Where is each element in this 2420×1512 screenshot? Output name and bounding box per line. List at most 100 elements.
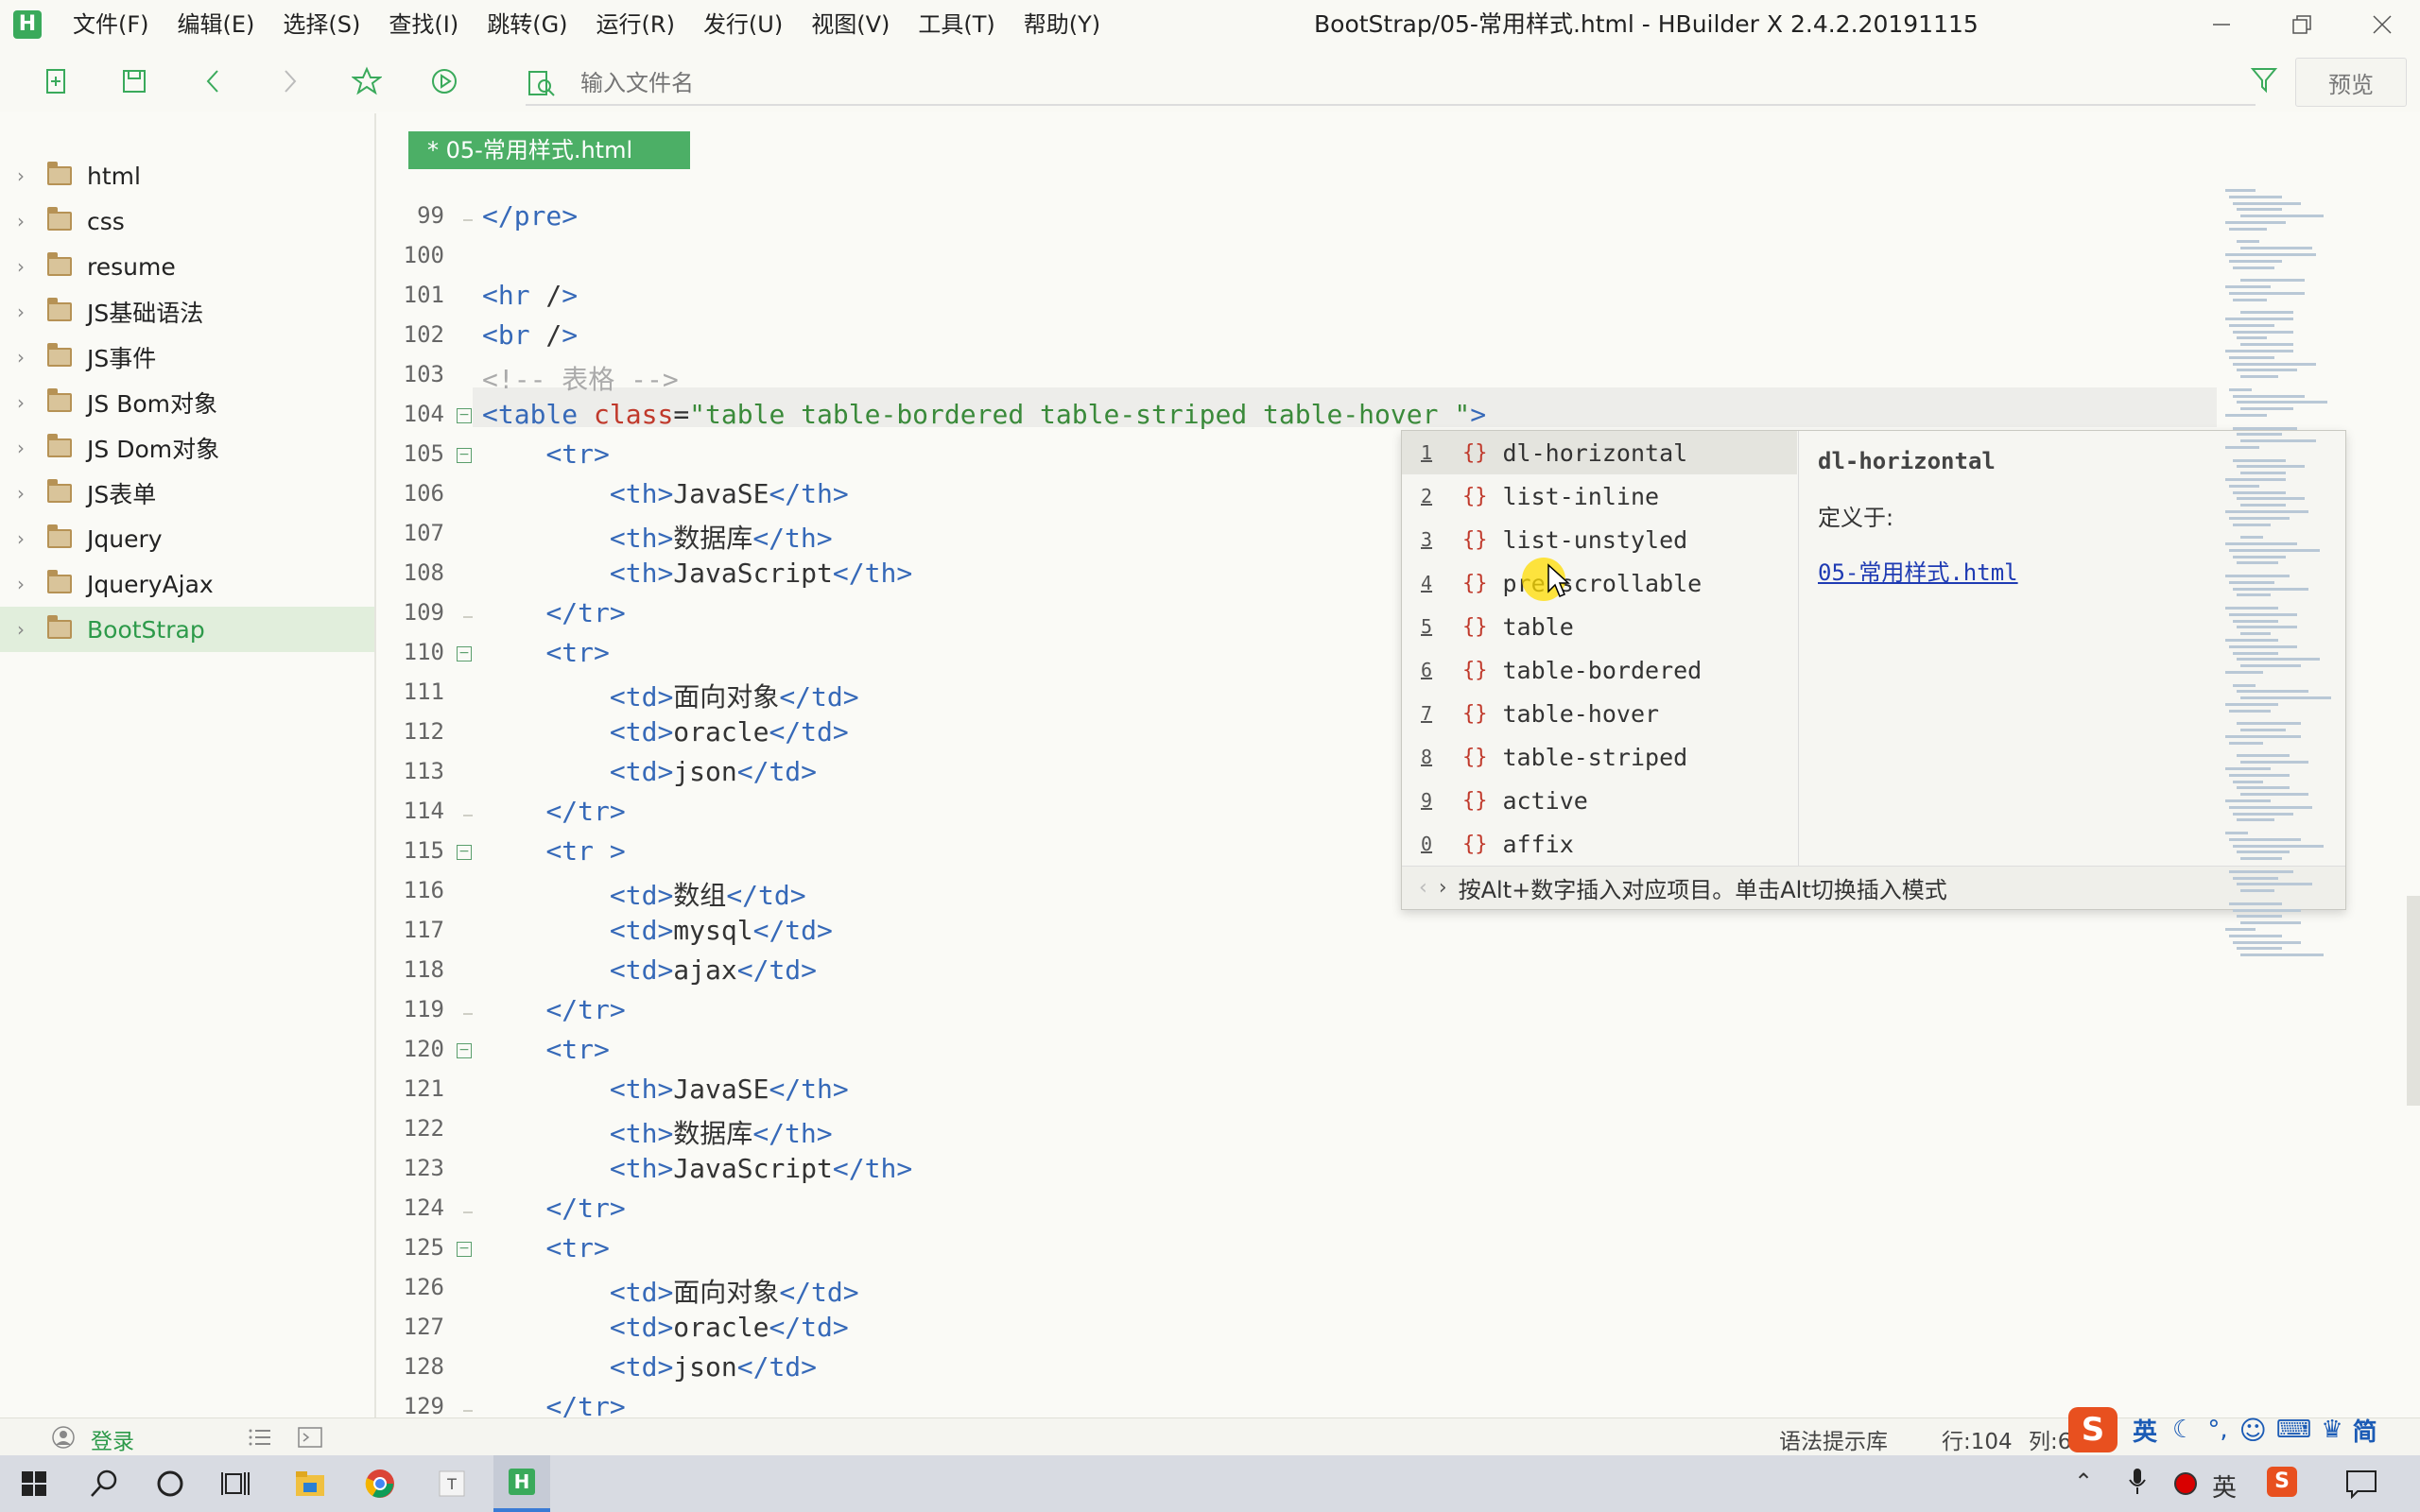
skin-icon[interactable]: ♛ xyxy=(2321,1416,2342,1444)
fold-toggle-icon[interactable]: − xyxy=(457,646,472,662)
code-line[interactable]: <tr> xyxy=(482,1034,609,1065)
sidebar-item-folder[interactable]: › JS Dom对象 xyxy=(0,425,374,471)
filter-icon[interactable] xyxy=(2250,66,2278,98)
tray-sogou-icon[interactable]: S xyxy=(2267,1467,2297,1497)
forward-icon[interactable] xyxy=(272,64,306,98)
keyboard-icon[interactable]: ⌨ xyxy=(2276,1416,2312,1444)
autocomplete-item[interactable]: 3 {} list-unstyled xyxy=(1402,518,1797,561)
code-line[interactable]: <br /> xyxy=(482,319,578,351)
sidebar-item-folder[interactable]: › JS Bom对象 xyxy=(0,380,374,425)
menu-file[interactable]: 文件(F) xyxy=(59,0,164,49)
tray-chevron-icon[interactable]: ⌃ xyxy=(2074,1469,2093,1495)
fold-toggle-icon[interactable]: − xyxy=(457,448,472,463)
taskbar-search-icon[interactable] xyxy=(76,1455,132,1512)
code-line[interactable]: <tr> xyxy=(482,1232,609,1263)
fold-toggle-icon[interactable]: − xyxy=(457,845,472,860)
restore-button[interactable] xyxy=(2264,0,2340,49)
user-icon[interactable] xyxy=(51,1425,76,1450)
autocomplete-item[interactable]: 0 {} affix xyxy=(1402,822,1797,866)
back-icon[interactable] xyxy=(197,64,231,98)
code-line[interactable]: <td>json</td> xyxy=(482,756,817,787)
code-line[interactable]: <td>数组</td> xyxy=(482,875,806,913)
menu-find[interactable]: 查找(I) xyxy=(374,0,473,49)
sidebar-item-folder[interactable]: › resume xyxy=(0,244,374,289)
menu-run[interactable]: 运行(R) xyxy=(582,0,689,49)
next-arrow-icon[interactable]: › xyxy=(1439,876,1447,900)
code-line[interactable]: <th>JavaScript</th> xyxy=(482,558,912,589)
code-line[interactable]: <td>json</td> xyxy=(482,1351,817,1383)
autocomplete-item[interactable]: 2 {} list-inline xyxy=(1402,474,1797,518)
code-line[interactable]: <table class="table table-bordered table… xyxy=(482,399,1486,430)
chevron-right-icon[interactable]: › xyxy=(17,301,36,323)
code-line[interactable]: <td>ajax</td> xyxy=(482,954,817,986)
hbuilder-taskbar-icon[interactable]: H xyxy=(493,1455,550,1512)
code-line[interactable]: <td>面向对象</td> xyxy=(482,1272,859,1310)
chevron-right-icon[interactable]: › xyxy=(17,527,36,550)
windows-start-icon[interactable] xyxy=(6,1455,62,1512)
chevron-right-icon[interactable]: › xyxy=(17,210,36,232)
punctuation-icon[interactable]: °, xyxy=(2207,1416,2227,1444)
chevron-right-icon[interactable]: › xyxy=(17,346,36,369)
sidebar-item-folder[interactable]: › BootStrap xyxy=(0,607,374,652)
menu-view[interactable]: 视图(V) xyxy=(797,0,904,49)
file-search-input[interactable] xyxy=(526,64,2256,102)
emoji-icon[interactable]: ☺ xyxy=(2239,1415,2267,1446)
syntax-lib-label[interactable]: 语法提示库 xyxy=(1779,1423,1888,1455)
file-explorer-icon[interactable] xyxy=(282,1455,338,1512)
chevron-right-icon[interactable]: › xyxy=(17,482,36,505)
chevron-right-icon[interactable]: › xyxy=(17,573,36,595)
code-line[interactable]: </tr> xyxy=(482,796,625,827)
autocomplete-item[interactable]: 9 {} active xyxy=(1402,779,1797,822)
file-search-field[interactable] xyxy=(526,64,2256,106)
code-line[interactable]: <td>oracle</td> xyxy=(482,716,849,747)
sidebar-item-folder[interactable]: › JqueryAjax xyxy=(0,561,374,607)
menu-goto[interactable]: 跳转(G) xyxy=(473,0,581,49)
moon-icon[interactable]: ☾ xyxy=(2172,1416,2194,1444)
autocomplete-item[interactable]: 5 {} table xyxy=(1402,605,1797,648)
close-button[interactable] xyxy=(2344,0,2420,49)
autocomplete-item[interactable]: 7 {} table-hover xyxy=(1402,692,1797,735)
code-line[interactable]: <th>JavaSE</th> xyxy=(482,478,849,509)
code-line[interactable]: <tr> xyxy=(482,637,609,668)
code-line[interactable]: </tr> xyxy=(482,994,625,1025)
sidebar-item-folder[interactable]: › JS基础语法 xyxy=(0,289,374,335)
chevron-right-icon[interactable]: › xyxy=(17,618,36,641)
code-line[interactable]: </pre> xyxy=(482,200,578,232)
code-line[interactable]: <td>mysql</td> xyxy=(482,915,833,946)
chevron-right-icon[interactable]: › xyxy=(17,437,36,459)
autocomplete-popup[interactable]: 1 {} dl-horizontal 2 {} list-inline 3 {} list-un… xyxy=(1401,430,2346,910)
fold-toggle-icon[interactable]: − xyxy=(457,1043,472,1058)
sidebar-item-folder[interactable]: › html xyxy=(0,153,374,198)
sidebar-item-folder[interactable]: › css xyxy=(0,198,374,244)
chrome-icon[interactable] xyxy=(352,1455,408,1512)
autocomplete-item[interactable]: 1 {} dl-horizontal xyxy=(1402,431,1797,474)
code-line[interactable]: <th>数据库</th> xyxy=(482,518,833,556)
preview-button[interactable]: 预览 xyxy=(2295,58,2407,107)
record-icon[interactable] xyxy=(2172,1470,2199,1497)
code-line[interactable]: <th>JavaSE</th> xyxy=(482,1074,849,1105)
code-line[interactable]: </tr> xyxy=(482,1193,625,1224)
text-editor-icon[interactable]: T xyxy=(424,1455,480,1512)
sidebar-item-folder[interactable]: › JS表单 xyxy=(0,471,374,516)
microphone-icon[interactable] xyxy=(2127,1467,2148,1497)
prev-arrow-icon[interactable]: ‹ xyxy=(1419,876,1427,900)
menu-publish[interactable]: 发行(U) xyxy=(689,0,797,49)
sidebar-item-folder[interactable]: › JS事件 xyxy=(0,335,374,380)
code-line[interactable]: <tr > xyxy=(482,835,625,867)
fold-toggle-icon[interactable]: − xyxy=(457,408,472,423)
detail-link[interactable]: 05-常用样式.html xyxy=(1818,554,2018,587)
vertical-scrollbar[interactable] xyxy=(2407,896,2420,1106)
terminal-icon[interactable] xyxy=(297,1425,323,1450)
notification-icon[interactable] xyxy=(2344,1469,2378,1499)
minimap[interactable] xyxy=(2216,189,2392,973)
code-line[interactable]: <tr> xyxy=(482,438,609,470)
menu-tools[interactable]: 工具(T) xyxy=(904,0,1009,49)
code-line[interactable]: <th>JavaScript</th> xyxy=(482,1153,912,1184)
chevron-right-icon[interactable]: › xyxy=(17,164,36,187)
autocomplete-item[interactable]: 6 {} table-bordered xyxy=(1402,648,1797,692)
sogou-logo-icon[interactable]: S xyxy=(2068,1407,2118,1452)
sidebar-item-folder[interactable]: › Jquery xyxy=(0,516,374,561)
outline-icon[interactable] xyxy=(248,1425,272,1450)
autocomplete-item[interactable]: 4{} pre-scrollable xyxy=(1402,561,1797,605)
task-view-icon[interactable] xyxy=(208,1455,265,1512)
